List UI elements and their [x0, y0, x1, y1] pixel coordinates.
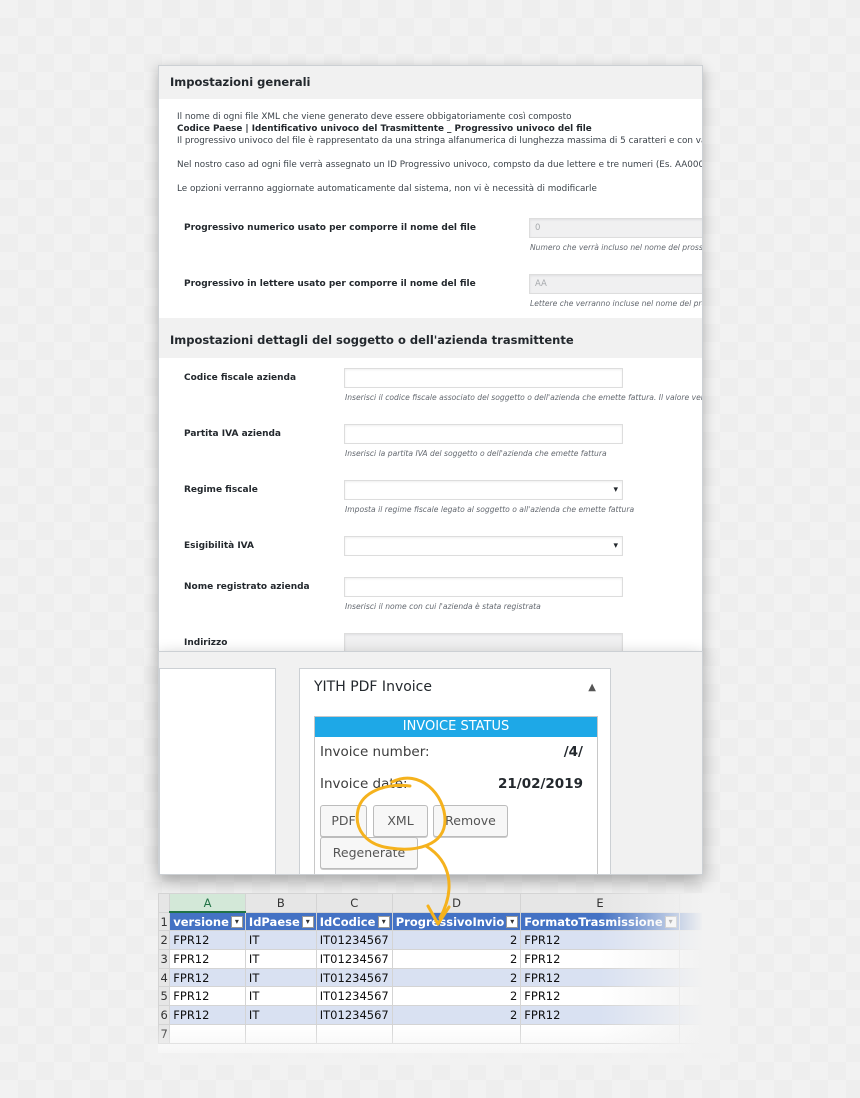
vat-hint: Inserisci la partita IVA del soggetto o …	[345, 449, 607, 458]
letters-progressive-hint: Lettere che verranno incluse nel nome de…	[530, 299, 703, 308]
table-cell[interactable]: IT	[244, 1005, 317, 1025]
company-name-label: Nome registrato azienda	[184, 582, 310, 592]
filter-dropdown-icon[interactable]: ▾	[230, 916, 243, 929]
table-header-cell[interactable]: IdCodice ▾	[315, 911, 393, 932]
table-cell[interactable]: IT01234567	[315, 1005, 393, 1025]
xml-button[interactable]: XML	[373, 805, 428, 837]
table-cell[interactable]: IT	[244, 930, 317, 951]
table-header-cell[interactable]: IdPaese ▾	[244, 911, 317, 932]
regime-label: Regime fiscale	[184, 485, 258, 495]
row-header[interactable]: 2	[158, 930, 171, 951]
table-cell[interactable]: IT01234567	[315, 930, 393, 951]
order-metabox-panel: YITH PDF Invoice ▲ INVOICE STATUS Invoic…	[158, 651, 703, 875]
table-cell[interactable]: IT01234567	[315, 949, 393, 969]
numeric-progressive-hint: Numero che verrà incluso nel nome del pr…	[530, 243, 703, 252]
remove-button[interactable]: Remove	[433, 805, 508, 837]
column-header[interactable]: D	[391, 893, 522, 913]
invoice-date-label: Invoice date:	[320, 776, 408, 792]
table-cell[interactable]: FPR12	[169, 930, 246, 951]
row-header[interactable]: 4	[158, 967, 171, 988]
intro-line: Il progressivo univoco del file è rappre…	[177, 136, 703, 146]
table-cell[interactable]: 2	[391, 967, 522, 988]
regime-select[interactable]	[344, 480, 623, 500]
table-cell[interactable]: FPR12	[169, 1005, 246, 1025]
table-cell[interactable]: 2	[391, 1005, 522, 1025]
intro-text: Il nome di ogni file XML che viene gener…	[177, 111, 703, 195]
column-header[interactable]: A	[169, 893, 246, 914]
esigibilita-select[interactable]	[344, 536, 623, 556]
filter-dropdown-icon[interactable]: ▾	[377, 915, 390, 928]
pdf-button[interactable]: PDF	[320, 805, 367, 837]
invoice-date-value: 21/02/2019	[497, 776, 583, 792]
numeric-progressive-input[interactable]: 0	[529, 218, 702, 238]
esigibilita-label: Esigibilità IVA	[184, 541, 254, 551]
letters-progressive-label: Progressivo in lettere usato per comporr…	[184, 279, 476, 289]
invoice-date-row: Invoice date: 21/02/2019	[320, 776, 583, 792]
table-cell[interactable]: IT	[244, 986, 317, 1007]
invoice-number-row: Invoice number: /4/	[320, 744, 583, 760]
invoice-number-label: Invoice number:	[320, 744, 430, 760]
general-settings-title: Impostazioni generali	[170, 75, 311, 89]
address-label: Indirizzo	[184, 638, 228, 648]
regime-hint: Imposta il regime fiscale legato al sogg…	[345, 505, 635, 514]
table-cell[interactable]: FPR12	[169, 967, 246, 988]
table-header-cell[interactable]: versione ▾	[169, 911, 246, 932]
yith-invoice-metabox: YITH PDF Invoice ▲ INVOICE STATUS Invoic…	[299, 668, 611, 874]
general-settings-body: Il nome di ogni file XML che viene gener…	[159, 99, 702, 318]
select-all-corner[interactable]	[158, 893, 171, 913]
letters-progressive-input[interactable]: AA	[529, 274, 702, 294]
row-header[interactable]: 3	[158, 949, 171, 969]
column-header[interactable]: C	[315, 893, 393, 913]
row-header[interactable]: 1	[158, 911, 171, 932]
intro-line: Nel nostro caso ad ogni file verrà asseg…	[177, 160, 703, 170]
vat-input[interactable]	[344, 424, 623, 444]
invoice-status-box: INVOICE STATUS Invoice number: /4/ Invoi…	[314, 716, 598, 874]
fiscal-code-hint: Inserisci il codice fiscale associato de…	[345, 393, 703, 402]
intro-line: Le opzioni verranno aggiornate automatic…	[177, 184, 597, 194]
vat-label: Partita IVA azienda	[184, 429, 281, 439]
table-cell[interactable]: FPR12	[169, 949, 246, 969]
table-cell[interactable]: FPR12	[169, 986, 246, 1007]
filter-dropdown-icon[interactable]: ▾	[506, 915, 519, 928]
triangle-up-icon[interactable]: ▲	[588, 682, 596, 693]
table-cell[interactable]: 2	[391, 949, 522, 969]
left-metabox	[159, 668, 276, 874]
row-header[interactable]: 5	[158, 986, 171, 1007]
sheet-fade-bottom	[150, 1025, 730, 1065]
invoice-status-header: INVOICE STATUS	[315, 717, 597, 737]
regenerate-button[interactable]: Regenerate	[320, 837, 418, 869]
subject-settings-body: Codice fiscale azienda Inserisci il codi…	[159, 358, 703, 654]
row-header[interactable]: 6	[158, 1005, 171, 1025]
table-cell[interactable]: IT	[244, 967, 317, 988]
table-cell[interactable]: IT01234567	[315, 967, 393, 988]
subject-settings-title: Impostazioni dettagli del soggetto o del…	[170, 333, 574, 347]
settings-panel: Impostazioni generali Il nome di ogni fi…	[158, 65, 703, 655]
company-name-hint: Inserisci il nome con cui l'azienda è st…	[345, 602, 541, 611]
table-header-cell[interactable]: ProgressivoInvio ▾	[391, 911, 522, 932]
column-header[interactable]: B	[244, 893, 317, 913]
fiscal-code-label: Codice fiscale azienda	[184, 373, 297, 383]
invoice-number-value: /4/	[563, 744, 583, 760]
intro-format: Codice Paese | Identificativo univoco de…	[177, 124, 592, 134]
metabox-title: YITH PDF Invoice	[314, 679, 432, 695]
table-cell[interactable]: IT01234567	[315, 986, 393, 1007]
intro-line: Il nome di ogni file XML che viene gener…	[177, 112, 572, 122]
company-name-input[interactable]	[344, 577, 623, 597]
table-cell[interactable]: 2	[391, 986, 522, 1007]
address-input[interactable]	[344, 633, 623, 653]
table-cell[interactable]: 2	[391, 930, 522, 951]
numeric-progressive-label: Progressivo numerico usato per comporre …	[184, 223, 476, 233]
table-cell[interactable]: IT	[244, 949, 317, 969]
filter-dropdown-icon[interactable]: ▾	[301, 915, 314, 928]
fiscal-code-input[interactable]	[344, 368, 623, 388]
